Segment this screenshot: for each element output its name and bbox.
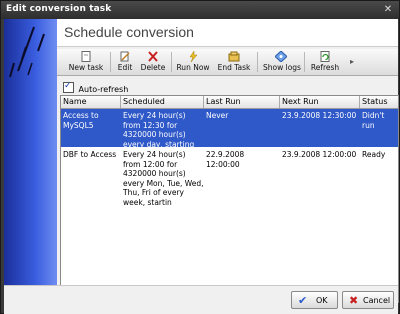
show-logs-label: Show logs (263, 63, 301, 72)
ok-label: OK (316, 296, 328, 305)
end-task-label: End Task (217, 63, 251, 72)
new-task-button[interactable]: New task (67, 51, 105, 73)
sidebar-decoration-icon (9, 26, 45, 78)
column-header-name[interactable]: Name (61, 96, 121, 108)
table-row[interactable]: DBF to Access Every 24 hour(s) from 12:0… (61, 148, 398, 207)
toolbar-separator (257, 52, 258, 72)
cell-scheduled: Every 24 hour(s) from 12:00 for 4320000 … (123, 150, 204, 207)
table-row[interactable]: Access to MySQL5 Every 24 hour(s) from 1… (61, 109, 398, 158)
run-now-button[interactable]: Run Now (176, 51, 210, 73)
page-header: Schedule conversion (57, 19, 398, 47)
ok-button[interactable]: ✔ OK (291, 291, 338, 309)
column-header-status[interactable]: Status (360, 96, 398, 108)
toolbar-overflow-icon[interactable]: ▸ (350, 57, 354, 66)
toolbar: New task Edit Delete Run Now End Task Sh… (57, 49, 398, 76)
dialog-window: Edit conversion task ✕ Schedule conversi… (0, 0, 400, 314)
logs-icon (275, 51, 287, 62)
new-document-icon (81, 51, 91, 62)
close-icon[interactable]: ✕ (381, 3, 395, 16)
cell-status: Ready (362, 150, 386, 159)
lightning-icon (189, 51, 198, 62)
page-title: Schedule conversion (64, 24, 194, 40)
new-task-label: New task (68, 63, 104, 72)
tasks-table: Name Scheduled Last Run Next Run Status … (60, 95, 399, 303)
column-header-next-run[interactable]: Next Run (280, 96, 360, 108)
auto-refresh-label: Auto-refresh (78, 85, 129, 94)
cell-name: DBF to Access (63, 150, 117, 159)
cell-last-run: Never (206, 111, 229, 120)
column-header-last-run[interactable]: Last Run (204, 96, 280, 108)
toolbar-separator (110, 52, 111, 72)
table-header: Name Scheduled Last Run Next Run Status (61, 96, 398, 109)
column-header-scheduled[interactable]: Scheduled (121, 96, 204, 108)
edit-label: Edit (117, 63, 133, 72)
delete-button[interactable]: Delete (139, 51, 167, 73)
close-icon: ✖ (349, 294, 359, 307)
end-task-icon (228, 51, 240, 62)
cell-name: Access to MySQL5 (63, 111, 99, 130)
edit-button[interactable]: Edit (115, 51, 135, 73)
cell-last-run: 22.9.2008 12:00:00 (206, 150, 245, 169)
cell-next-run: 23.9.2008 12:00:00 (282, 150, 357, 159)
dialog-footer: ✔ OK ✖ Cancel (4, 285, 398, 314)
cancel-label: Cancel (363, 296, 391, 305)
end-task-button[interactable]: End Task (217, 51, 251, 73)
toolbar-separator (171, 52, 172, 72)
cell-next-run: 23.9.2008 12:30:00 (282, 111, 357, 120)
checkbox-check-icon[interactable] (63, 81, 74, 93)
sidebar-banner (4, 19, 57, 285)
title-bar[interactable]: Edit conversion task ✕ (1, 1, 399, 19)
delete-icon (148, 51, 158, 62)
toolbar-separator (304, 52, 305, 72)
auto-refresh-checkbox[interactable]: Auto-refresh (63, 81, 129, 94)
cell-status: Didn't run (362, 111, 385, 130)
edit-icon (120, 51, 130, 62)
run-now-label: Run Now (176, 63, 210, 72)
refresh-icon (320, 51, 330, 62)
refresh-label: Refresh (310, 63, 340, 72)
refresh-button[interactable]: Refresh (309, 51, 341, 73)
window-title: Edit conversion task (6, 4, 112, 14)
delete-label: Delete (140, 63, 166, 72)
dialog-content: Schedule conversion New task Edit Delete… (4, 19, 399, 303)
cancel-button[interactable]: ✖ Cancel (342, 291, 394, 309)
show-logs-button[interactable]: Show logs (263, 51, 301, 73)
check-icon: ✔ (298, 294, 308, 307)
